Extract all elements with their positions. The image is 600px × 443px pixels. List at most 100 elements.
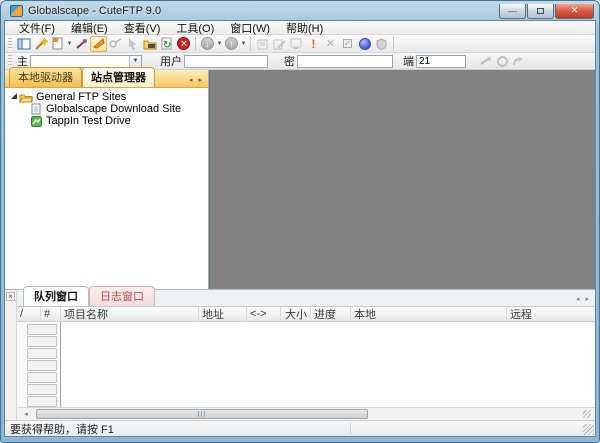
queue-empty-cell xyxy=(27,372,57,383)
site-document-icon xyxy=(29,103,43,115)
menu-help[interactable]: 帮助(H) xyxy=(278,20,331,36)
menu-tools[interactable]: 工具(O) xyxy=(168,20,222,36)
view-file-icon[interactable] xyxy=(288,36,305,52)
app-icon xyxy=(10,5,23,17)
queue-empty-cell xyxy=(27,396,57,407)
svg-text:✕: ✕ xyxy=(180,39,188,49)
column-local[interactable]: 本地 xyxy=(351,306,507,322)
upload-dropdown-icon[interactable]: ▼ xyxy=(240,36,247,52)
display-site-manager-icon[interactable] xyxy=(90,35,107,52)
expanded-arrow-icon[interactable] xyxy=(9,91,19,103)
column-address[interactable]: 地址 xyxy=(199,306,247,322)
bottom-tab-strip: 队列窗口 日志窗口 ◂ ▸ xyxy=(17,286,595,307)
scrollbar-thumb[interactable] xyxy=(36,409,368,419)
maximize-button[interactable] xyxy=(527,3,554,19)
new-site-icon[interactable] xyxy=(49,36,66,52)
site-manager-panel: 本地驱动器 站点管理器 ◂ ▸ General FTP Sites Global… xyxy=(5,67,209,289)
toolbar-separator xyxy=(195,36,196,51)
port-input[interactable] xyxy=(416,54,466,68)
site-tree: General FTP Sites Globalscape Download S… xyxy=(5,88,208,289)
window-content: 文件(F) 编辑(E) 查看(V) 工具(O) 窗口(W) 帮助(H) ▼ ↻ … xyxy=(4,20,596,437)
pane-resize-grip[interactable] xyxy=(583,410,591,418)
new-site-dropdown-icon[interactable]: ▼ xyxy=(66,36,73,52)
queue-list[interactable] xyxy=(17,322,595,407)
queue-empty-cell xyxy=(27,384,57,395)
user-input[interactable] xyxy=(184,54,268,68)
main-area: 本地驱动器 站点管理器 ◂ ▸ General FTP Sites Global… xyxy=(5,67,595,289)
queue-empty-cell xyxy=(27,324,57,335)
upload-icon[interactable]: ↑ xyxy=(223,36,240,52)
window-title: Globalscape - CuteFTP 9.0 xyxy=(28,5,162,17)
bottom-panel: × 队列窗口 日志窗口 ◂ ▸ / # 项目名称 地址 <-> 大小 进度 本地 xyxy=(5,286,595,420)
connection-wizard-icon[interactable] xyxy=(32,36,49,52)
maximize-icon xyxy=(537,7,544,14)
globalscape-icon[interactable] xyxy=(356,36,373,52)
queue-header: / # 项目名称 地址 <-> 大小 进度 本地 远程 xyxy=(17,306,595,322)
window-resize-grip[interactable] xyxy=(583,424,594,435)
menu-view[interactable]: 查看(V) xyxy=(116,20,169,36)
tree-item-label: Globalscape Download Site xyxy=(46,103,182,115)
edit-file-icon[interactable] xyxy=(271,36,288,52)
download-dropdown-icon[interactable]: ▼ xyxy=(216,36,223,52)
tree-item-general-ftp-sites[interactable]: General FTP Sites xyxy=(5,91,208,103)
menu-window[interactable]: 窗口(W) xyxy=(222,20,278,36)
abort-icon[interactable] xyxy=(494,54,510,68)
tree-item-globalscape-download-site[interactable]: Globalscape Download Site xyxy=(5,103,208,115)
password-label: 密 xyxy=(284,56,295,68)
download-icon[interactable]: ↓ xyxy=(199,36,216,52)
scroll-left-arrow-icon[interactable]: ◂ xyxy=(19,409,33,419)
tab-log-window[interactable]: 日志窗口 xyxy=(89,286,155,306)
column-progress[interactable]: 进度 xyxy=(311,306,351,322)
host-input[interactable]: ▼ xyxy=(30,54,142,68)
tree-item-tappin-test-drive[interactable]: TappIn Test Drive xyxy=(5,115,208,127)
menu-bar: 文件(F) 编辑(E) 查看(V) 工具(O) 窗口(W) 帮助(H) xyxy=(5,21,595,35)
queue-horizontal-scrollbar[interactable]: ◂ xyxy=(17,407,595,420)
pointer-icon[interactable] xyxy=(124,36,141,52)
menu-edit[interactable]: 编辑(E) xyxy=(63,20,116,36)
column-direction[interactable]: <-> xyxy=(247,306,281,322)
left-tab-strip: 本地驱动器 站点管理器 ◂ ▸ xyxy=(5,67,208,88)
bottom-panel-close-button[interactable]: × xyxy=(6,292,15,301)
connect-icon[interactable] xyxy=(73,36,90,52)
host-dropdown-icon[interactable]: ▼ xyxy=(129,55,141,67)
site-properties-icon[interactable] xyxy=(141,36,158,52)
column-number[interactable]: # xyxy=(41,306,61,322)
close-button[interactable]: ✕ xyxy=(555,3,594,19)
tab-queue-window[interactable]: 队列窗口 xyxy=(23,286,89,306)
transfer-queue-icon[interactable] xyxy=(254,36,271,52)
bottom-tab-scroll-arrows[interactable]: ◂ ▸ xyxy=(576,295,593,306)
title-bar[interactable]: Globalscape - CuteFTP 9.0 — ✕ xyxy=(4,1,596,20)
queue-row-gutter xyxy=(17,322,61,407)
application-window: Globalscape - CuteFTP 9.0 — ✕ 文件(F) 编辑(E… xyxy=(0,0,600,443)
quickbar-grip[interactable] xyxy=(8,55,12,67)
site-manager-icon[interactable] xyxy=(15,36,32,52)
queue-empty-cell xyxy=(27,336,57,347)
left-tab-scroll-arrows[interactable]: ◂ ▸ xyxy=(189,76,206,87)
disconnect-icon[interactable] xyxy=(107,36,124,52)
port-label: 端 xyxy=(403,56,414,68)
tree-item-label: TappIn Test Drive xyxy=(46,115,131,127)
column-priority[interactable]: / xyxy=(17,306,41,322)
toolbar-grip[interactable] xyxy=(8,37,12,50)
user-label: 用户 xyxy=(160,56,182,68)
status-bar: 要获得帮助，请按 F1 xyxy=(5,420,595,436)
minimize-button[interactable]: — xyxy=(499,3,526,19)
quick-connect-plug-icon[interactable] xyxy=(478,54,494,68)
column-item-name[interactable]: 项目名称 xyxy=(61,306,199,322)
tab-local-drives[interactable]: 本地驱动器 xyxy=(9,67,82,87)
menu-file[interactable]: 文件(F) xyxy=(11,20,63,36)
bottom-panel-gutter: × xyxy=(5,290,17,420)
column-size[interactable]: 大小 xyxy=(281,306,311,322)
refresh-icon[interactable]: ↻ xyxy=(158,36,175,52)
priority-icon[interactable]: ! xyxy=(305,36,322,52)
reconnect-icon[interactable] xyxy=(510,54,526,68)
delete-icon[interactable]: ✕ xyxy=(322,36,339,52)
tab-site-manager[interactable]: 站点管理器 xyxy=(82,67,155,87)
queue-empty-cell xyxy=(27,360,57,371)
column-remote[interactable]: 远程 xyxy=(507,307,595,322)
stop-icon[interactable]: ✕ xyxy=(175,36,192,52)
password-input[interactable] xyxy=(297,54,393,68)
status-help-text: 要获得帮助，请按 F1 xyxy=(10,423,114,436)
checkbox-icon[interactable]: ✓ xyxy=(339,36,356,52)
tappin-shield-icon[interactable] xyxy=(373,36,390,52)
